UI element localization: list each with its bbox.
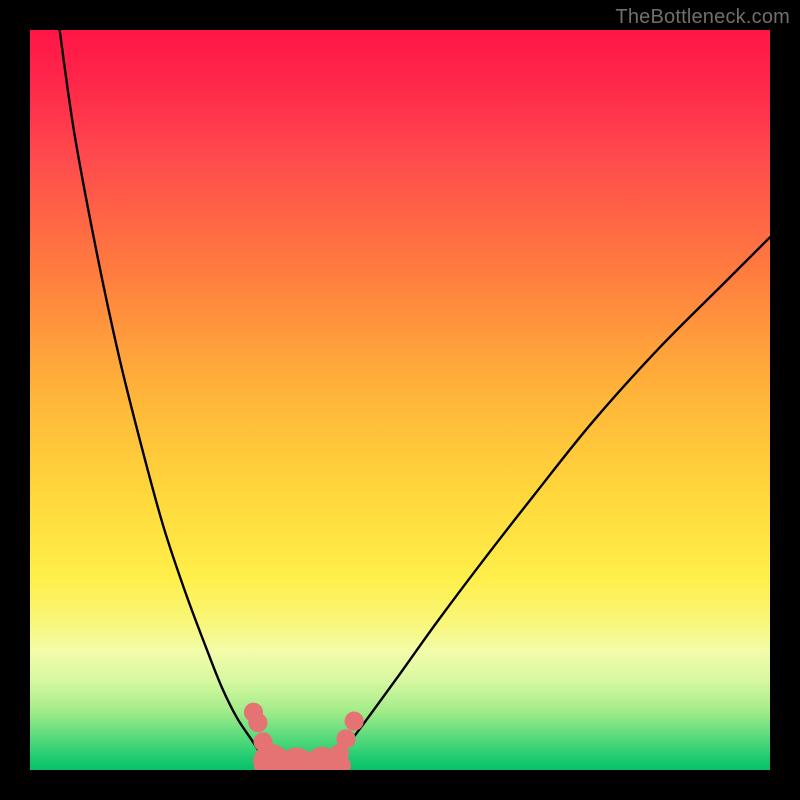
plot-area	[30, 30, 770, 770]
data-marker	[336, 729, 355, 748]
bottleneck-curve-chart	[30, 30, 770, 770]
watermark-text: TheBottleneck.com	[615, 6, 790, 29]
curve-right-branch	[326, 237, 770, 768]
data-marker	[248, 713, 267, 732]
data-marker	[345, 712, 364, 731]
curve-left-branch	[60, 30, 282, 768]
chart-frame: TheBottleneck.com	[0, 0, 800, 800]
